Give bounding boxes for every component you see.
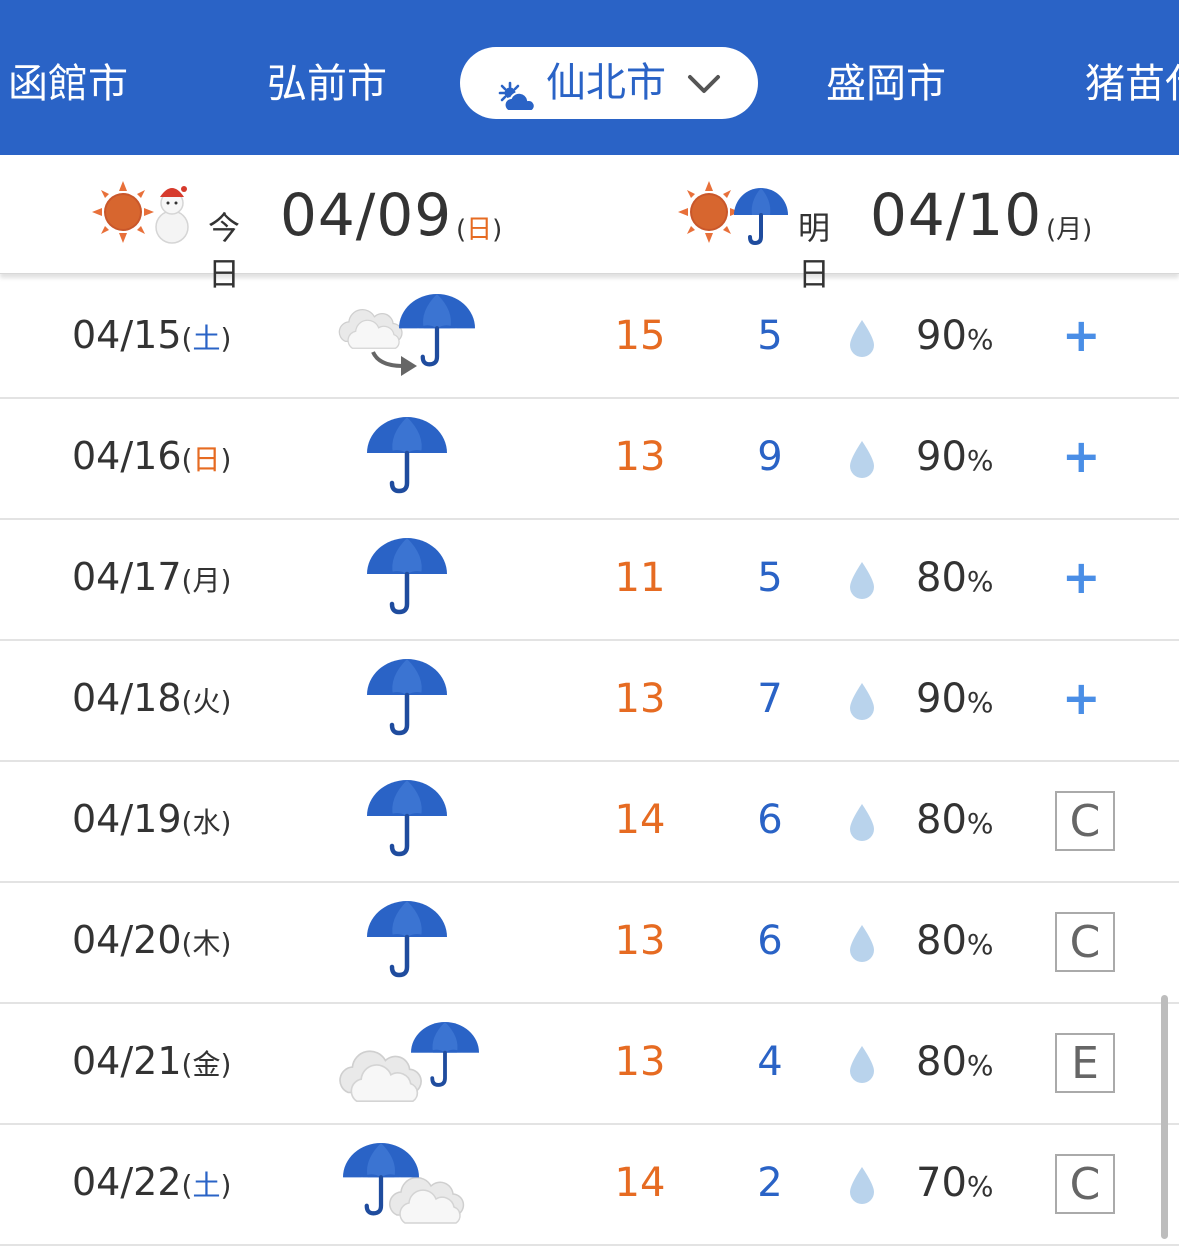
- forecast-date: 04/15(土): [72, 313, 232, 357]
- precipitation-probability: 90%: [916, 313, 994, 359]
- precipitation-probability: 80%: [916, 1039, 994, 1085]
- low-temp: 6: [757, 918, 783, 964]
- raindrop-icon: [848, 1165, 876, 1209]
- forecast-date: 04/22(土): [72, 1160, 232, 1204]
- city-tab-selected[interactable]: 仙北市: [460, 47, 758, 119]
- high-temp: 14: [614, 797, 666, 843]
- tomorrow-date: 04/10: [870, 181, 1043, 249]
- rain-icon: [335, 532, 485, 628]
- low-temp: 5: [757, 313, 783, 359]
- low-temp: 5: [757, 555, 783, 601]
- raindrop-icon: [848, 1044, 876, 1088]
- precipitation-probability: 80%: [916, 797, 994, 843]
- high-temp: 13: [614, 434, 666, 480]
- raindrop-icon: [848, 560, 876, 604]
- city-tab-hakodate[interactable]: 函館市: [8, 54, 128, 114]
- rain-icon: [335, 895, 485, 991]
- forecast-date: 04/19(水): [72, 797, 232, 841]
- forecast-row[interactable]: 04/16(日) 13 9 90% +: [0, 399, 1179, 520]
- tomorrow-label: 明日: [798, 209, 831, 293]
- day-summary-header: 今日 04/09 (日) 明日 04/10 (月): [0, 155, 1179, 293]
- high-temp: 13: [614, 1039, 666, 1085]
- forecast-row[interactable]: 04/18(火) 13 7 90% +: [0, 641, 1179, 762]
- reliability-plus-icon[interactable]: +: [1062, 550, 1101, 604]
- today-date: 04/09: [280, 181, 453, 249]
- today-weekday: (日): [456, 215, 503, 245]
- low-temp: 6: [757, 797, 783, 843]
- cloudy-then-rain-icon: [335, 290, 485, 386]
- reliability-badge: C: [1055, 1154, 1115, 1214]
- reliability-badge: C: [1055, 912, 1115, 972]
- forecast-date: 04/20(木): [72, 918, 232, 962]
- rain-icon: [335, 774, 485, 870]
- forecast-row[interactable]: 04/20(木) 13 6 80% C: [0, 883, 1179, 1004]
- forecast-date: 04/17(月): [72, 555, 232, 599]
- high-temp: 14: [614, 1160, 666, 1206]
- forecast-date: 04/18(火): [72, 676, 232, 720]
- low-temp: 2: [757, 1160, 783, 1206]
- forecast-row[interactable]: 04/22(土) 14 2 70% C: [0, 1125, 1179, 1246]
- weekly-forecast-list: 04/15(土) 15 5 90% + 04/16(日) 13 9 90% + …: [0, 278, 1179, 1246]
- rain-icon: [335, 653, 485, 749]
- precipitation-probability: 90%: [916, 434, 994, 480]
- raindrop-icon: [848, 681, 876, 725]
- high-temp: 11: [614, 555, 666, 601]
- forecast-date: 04/21(金): [72, 1039, 232, 1083]
- precipitation-probability: 80%: [916, 918, 994, 964]
- rain-occasional-cloudy-icon: [335, 1137, 485, 1233]
- reliability-badge: C: [1055, 791, 1115, 851]
- scrollbar[interactable]: [1161, 995, 1168, 1239]
- low-temp: 4: [757, 1039, 783, 1085]
- chevron-down-icon: [684, 47, 724, 142]
- low-temp: 9: [757, 434, 783, 480]
- precipitation-probability: 90%: [916, 676, 994, 722]
- high-temp: 15: [614, 313, 666, 359]
- city-tab-morioka[interactable]: 盛岡市: [826, 54, 946, 114]
- raindrop-icon: [848, 318, 876, 362]
- reliability-plus-icon[interactable]: +: [1062, 308, 1101, 362]
- forecast-row[interactable]: 04/21(金) 13 4 80% E: [0, 1004, 1179, 1125]
- forecast-row[interactable]: 04/19(水) 14 6 80% C: [0, 762, 1179, 883]
- sunny-then-snow-icon: [90, 179, 200, 249]
- partly-cloudy-icon: [496, 66, 538, 138]
- forecast-row[interactable]: 04/17(月) 11 5 80% +: [0, 520, 1179, 641]
- sunny-then-rain-icon: [676, 179, 791, 249]
- precipitation-probability: 70%: [916, 1160, 994, 1206]
- forecast-date: 04/16(日): [72, 434, 232, 478]
- high-temp: 13: [614, 676, 666, 722]
- city-tab-inawashiro[interactable]: 猪苗代: [1085, 54, 1179, 114]
- reliability-badge: E: [1055, 1033, 1115, 1093]
- raindrop-icon: [848, 439, 876, 483]
- rain-icon: [335, 411, 485, 507]
- low-temp: 7: [757, 676, 783, 722]
- high-temp: 13: [614, 918, 666, 964]
- precipitation-probability: 80%: [916, 555, 994, 601]
- city-tab-bar: 函館市 弘前市 仙北市 盛岡市 猪苗代: [0, 0, 1179, 155]
- raindrop-icon: [848, 923, 876, 967]
- forecast-row[interactable]: 04/15(土) 15 5 90% +: [0, 278, 1179, 399]
- raindrop-icon: [848, 802, 876, 846]
- reliability-plus-icon[interactable]: +: [1062, 429, 1101, 483]
- tomorrow-weekday: (月): [1046, 215, 1093, 245]
- cloudy-occasional-rain-icon: [335, 1016, 485, 1112]
- today-label: 今日: [208, 209, 241, 293]
- selected-city-label: 仙北市: [546, 60, 666, 106]
- city-tab-hirosaki[interactable]: 弘前市: [267, 54, 387, 114]
- reliability-plus-icon[interactable]: +: [1062, 671, 1101, 725]
